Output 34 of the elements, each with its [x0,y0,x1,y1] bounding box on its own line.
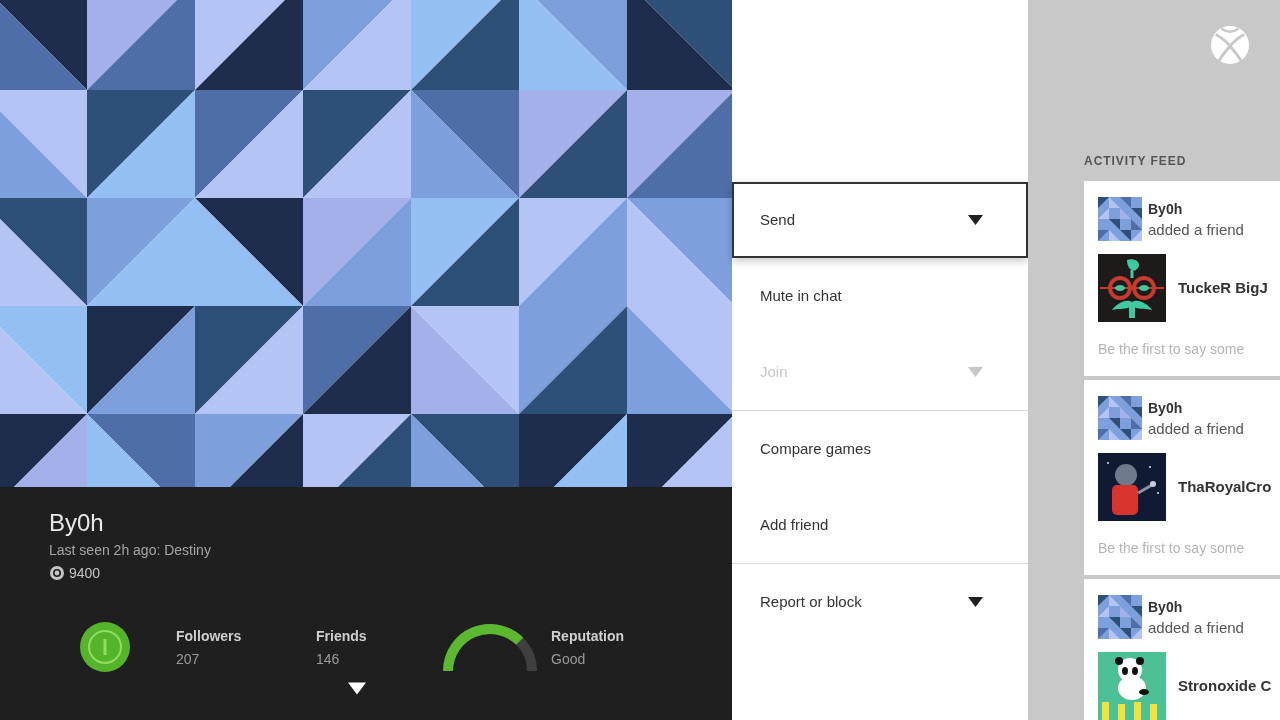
friend-name[interactable]: ThaRoyalCro [1178,478,1272,496]
activity-feed-title: ACTIVITY FEED [1084,153,1187,169]
pattern-avatar-drawing [1098,595,1142,639]
gamertag: By0h [49,509,104,537]
expand-button[interactable] [346,680,368,697]
gamerscore-value: 9400 [69,564,101,582]
reputation-label: Reputation [551,626,625,645]
activity-text: added a friend [1148,420,1244,438]
stat-value: 146 [316,649,340,668]
menu-item[interactable]: Mute in chat [732,258,1028,334]
badge-icon [80,622,130,672]
menu-item[interactable]: Send [732,182,1028,258]
friend-name[interactable]: TuckeR BigJ [1178,279,1268,297]
caret-down-icon [348,682,366,695]
pattern-avatar-drawing [1098,197,1142,241]
pattern-avatar-drawing [1098,396,1142,440]
menu-item[interactable]: Add friend [732,487,1028,563]
reputation-value: Good [551,649,586,668]
stat-value: 207 [176,649,200,668]
user-name[interactable]: By0h [1148,599,1183,615]
stat-label: Friends [316,626,367,645]
glasses-mustache-avatar-drawing [1098,254,1166,322]
sphere-logo-icon [1211,26,1249,64]
friend-name[interactable]: Stronoxide C [1178,677,1272,695]
menu-item[interactable]: Report or block [732,564,1028,640]
user-name[interactable]: By0h [1148,400,1183,416]
activity-text: added a friend [1148,221,1244,239]
activity-text: added a friend [1148,619,1244,637]
stat-label: Followers [176,626,242,645]
user-name[interactable]: By0h [1148,201,1183,217]
coin-icon [50,566,64,580]
menu-item[interactable]: Compare games [732,411,1028,487]
robot-avatar-drawing [1098,453,1166,521]
last-seen-text: Last seen 2h ago: Destiny [49,541,211,559]
